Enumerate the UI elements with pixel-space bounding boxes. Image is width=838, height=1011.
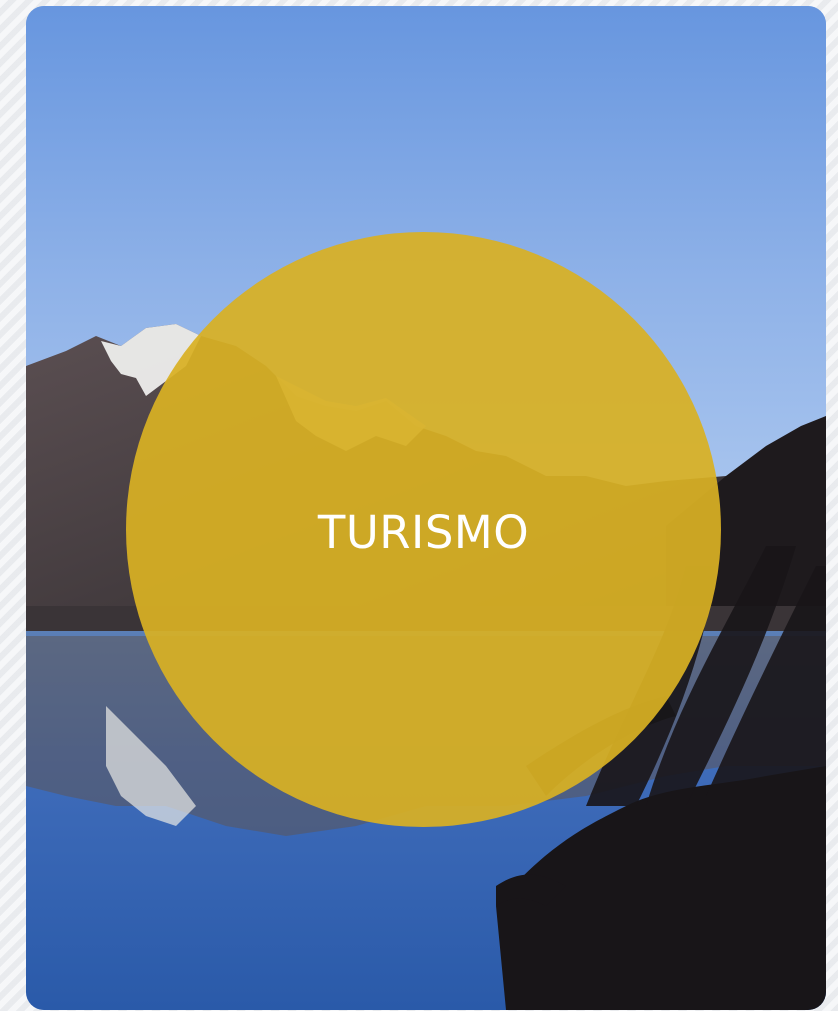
tourism-tile[interactable]: TURISMO: [26, 6, 826, 1010]
tile-title: TURISMO: [317, 506, 530, 559]
title-circle-overlay[interactable]: TURISMO: [126, 232, 721, 827]
